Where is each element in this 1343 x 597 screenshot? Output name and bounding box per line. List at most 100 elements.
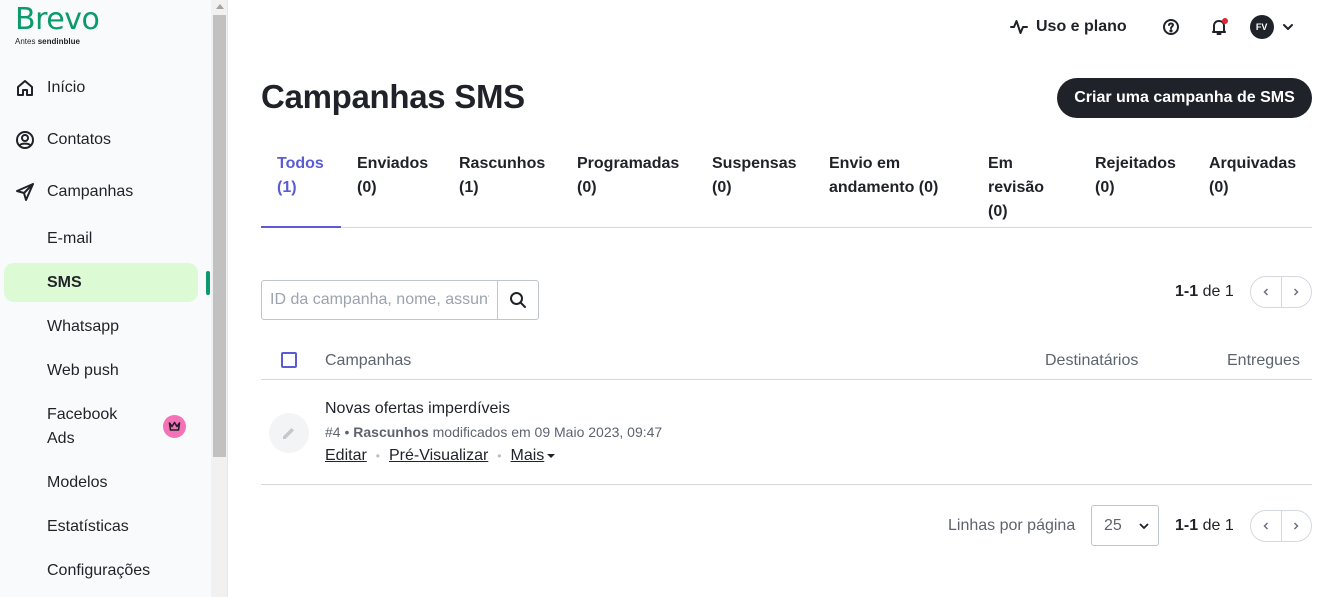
table-row-divider (261, 484, 1312, 485)
pagination-total: de 1 (1202, 283, 1234, 300)
tab-label: Envio em (829, 155, 901, 172)
notification-dot (1221, 18, 1228, 24)
sidebar-item-sms[interactable]: SMS (47, 271, 82, 295)
campaign-name[interactable]: Novas ofertas imperdíveis (325, 399, 510, 419)
tab-em-revisao[interactable]: Em revisão (0) (988, 152, 1044, 224)
more-menu-link[interactable]: Mais (511, 446, 545, 466)
preview-link[interactable]: Pré-Visualizar (389, 446, 488, 466)
notifications-button[interactable] (1210, 18, 1228, 36)
sidebar-item-email[interactable]: E-mail (47, 227, 92, 251)
home-icon (14, 77, 36, 99)
tab-count: (1) (277, 179, 297, 196)
sidebar-item-contatos[interactable]: Contatos (14, 128, 111, 152)
chevron-right-icon (1294, 288, 1299, 296)
logo-subtitle: Antes sendinblue (15, 37, 99, 46)
pagination-range-value: 1-1 (1175, 517, 1199, 534)
sidebar-item-campanhas[interactable]: Campanhas (14, 180, 133, 204)
help-button[interactable] (1162, 18, 1180, 36)
previous-page-button[interactable] (1251, 511, 1281, 541)
campaign-id: #4 (325, 424, 341, 440)
tab-suspensas[interactable]: Suspensas (0) (712, 152, 796, 200)
contacts-icon (14, 129, 36, 151)
more-label: Mais (510, 447, 545, 464)
sidebar-item-facebook-ads[interactable]: Facebook Ads (47, 403, 137, 451)
scroll-up-arrow-icon[interactable] (216, 4, 224, 9)
edit-link[interactable]: Editar (325, 446, 367, 466)
pagination-bottom: 1-1 de 1 (1175, 510, 1312, 542)
tab-label: Arquivadas (1209, 155, 1297, 172)
tab-label: Todos (277, 155, 324, 172)
tab-enviados[interactable]: Enviados (0) (357, 152, 428, 200)
sidebar-active-highlight (4, 263, 198, 302)
crown-icon (163, 415, 186, 438)
chevron-right-icon (1294, 522, 1299, 530)
pagination-range: 1-1 de 1 (1175, 283, 1234, 301)
logo-wordmark: Brevo (15, 2, 100, 37)
tab-count: (0) (357, 179, 377, 196)
tab-label: Rejeitados (1095, 155, 1176, 172)
tab-count: andamento (0) (829, 179, 939, 196)
sidebar-item-estatisticas[interactable]: Estatísticas (47, 515, 129, 539)
usage-plan-button[interactable]: Uso e plano (1010, 18, 1127, 36)
next-page-button[interactable] (1280, 511, 1311, 541)
pagination-range-value: 1-1 (1175, 283, 1199, 300)
tab-label: Em (988, 155, 1013, 172)
select-all-checkbox[interactable] (281, 352, 297, 368)
brand-logo[interactable]: Brevo Antes sendinblue (15, 2, 100, 47)
sidebar-item-modelos[interactable]: Modelos (47, 471, 107, 495)
tab-count: (0) (712, 179, 732, 196)
table-header-divider (261, 379, 1312, 380)
rows-per-page-label: Linhas por página (948, 517, 1076, 534)
pagination-range: 1-1 de 1 (1175, 517, 1234, 535)
top-bar: Uso e plano FV (1010, 14, 1294, 40)
usage-plan-label: Uso e plano (1036, 18, 1127, 35)
sidebar-item-configuracoes[interactable]: Configurações (47, 559, 150, 583)
tab-rascunhos[interactable]: Rascunhos (1) (459, 152, 545, 200)
column-header-campaigns: Campanhas (325, 352, 412, 369)
search-icon (510, 292, 527, 308)
chevron-down-icon[interactable] (1282, 21, 1294, 33)
page-title: Campanhas SMS (261, 78, 525, 115)
pencil-icon (269, 413, 309, 453)
sidebar: Brevo Antes sendinblue Início Contatos C… (0, 0, 211, 597)
sidebar-scrollbar[interactable] (211, 0, 228, 597)
rows-per-page-select[interactable]: 25 (1091, 505, 1159, 546)
scrollbar-thumb[interactable] (213, 15, 226, 457)
tab-label: Rascunhos (459, 155, 546, 172)
sidebar-item-label: Campanhas (47, 183, 134, 200)
tab-label: Suspensas (712, 155, 797, 172)
campaign-status-tabs: Todos (1) Enviados (0) Rascunhos (1) Pro… (261, 152, 1312, 228)
pagination-buttons (1249, 510, 1312, 542)
next-page-button[interactable] (1280, 277, 1311, 307)
separator-dot: • (497, 449, 502, 463)
campaign-search (261, 280, 539, 320)
tab-arquivadas[interactable]: Arquivadas (0) (1209, 152, 1296, 200)
chevron-left-icon (1263, 288, 1268, 296)
sidebar-item-label: Contatos (47, 131, 112, 148)
create-sms-campaign-button[interactable]: Criar uma campanha de SMS (1057, 78, 1312, 118)
caret-down-icon[interactable] (547, 454, 556, 458)
logo-sub-name: sendinblue (37, 37, 80, 46)
sidebar-item-whatsapp[interactable]: Whatsapp (47, 315, 119, 339)
chevron-down-icon (1139, 523, 1149, 529)
logo-sub-prefix: Antes (15, 37, 36, 46)
previous-page-button[interactable] (1251, 277, 1281, 307)
search-input[interactable] (262, 281, 498, 319)
activity-icon (1010, 20, 1028, 34)
avatar[interactable]: FV (1249, 15, 1274, 39)
tab-programadas[interactable]: Programadas (0) (577, 152, 679, 200)
sidebar-item-label: Início (47, 79, 86, 96)
tab-rejeitados[interactable]: Rejeitados (0) (1095, 152, 1176, 200)
sidebar-item-web-push[interactable]: Web push (47, 359, 119, 383)
campaign-actions: Editar • Pré-Visualizar • Mais (325, 446, 556, 466)
tab-todos[interactable]: Todos (1) (277, 152, 324, 200)
tab-label: Programadas (577, 155, 680, 172)
column-header-delivered: Entregues (1227, 352, 1300, 369)
chevron-left-icon (1263, 522, 1268, 530)
pagination-buttons (1249, 276, 1312, 308)
search-button[interactable] (497, 281, 538, 319)
tab-envio-em-andamento[interactable]: Envio em andamento (0) (829, 152, 938, 200)
tab-label: Enviados (357, 155, 429, 172)
tab-count: (0) (1095, 179, 1115, 196)
sidebar-item-inicio[interactable]: Início (14, 76, 85, 100)
